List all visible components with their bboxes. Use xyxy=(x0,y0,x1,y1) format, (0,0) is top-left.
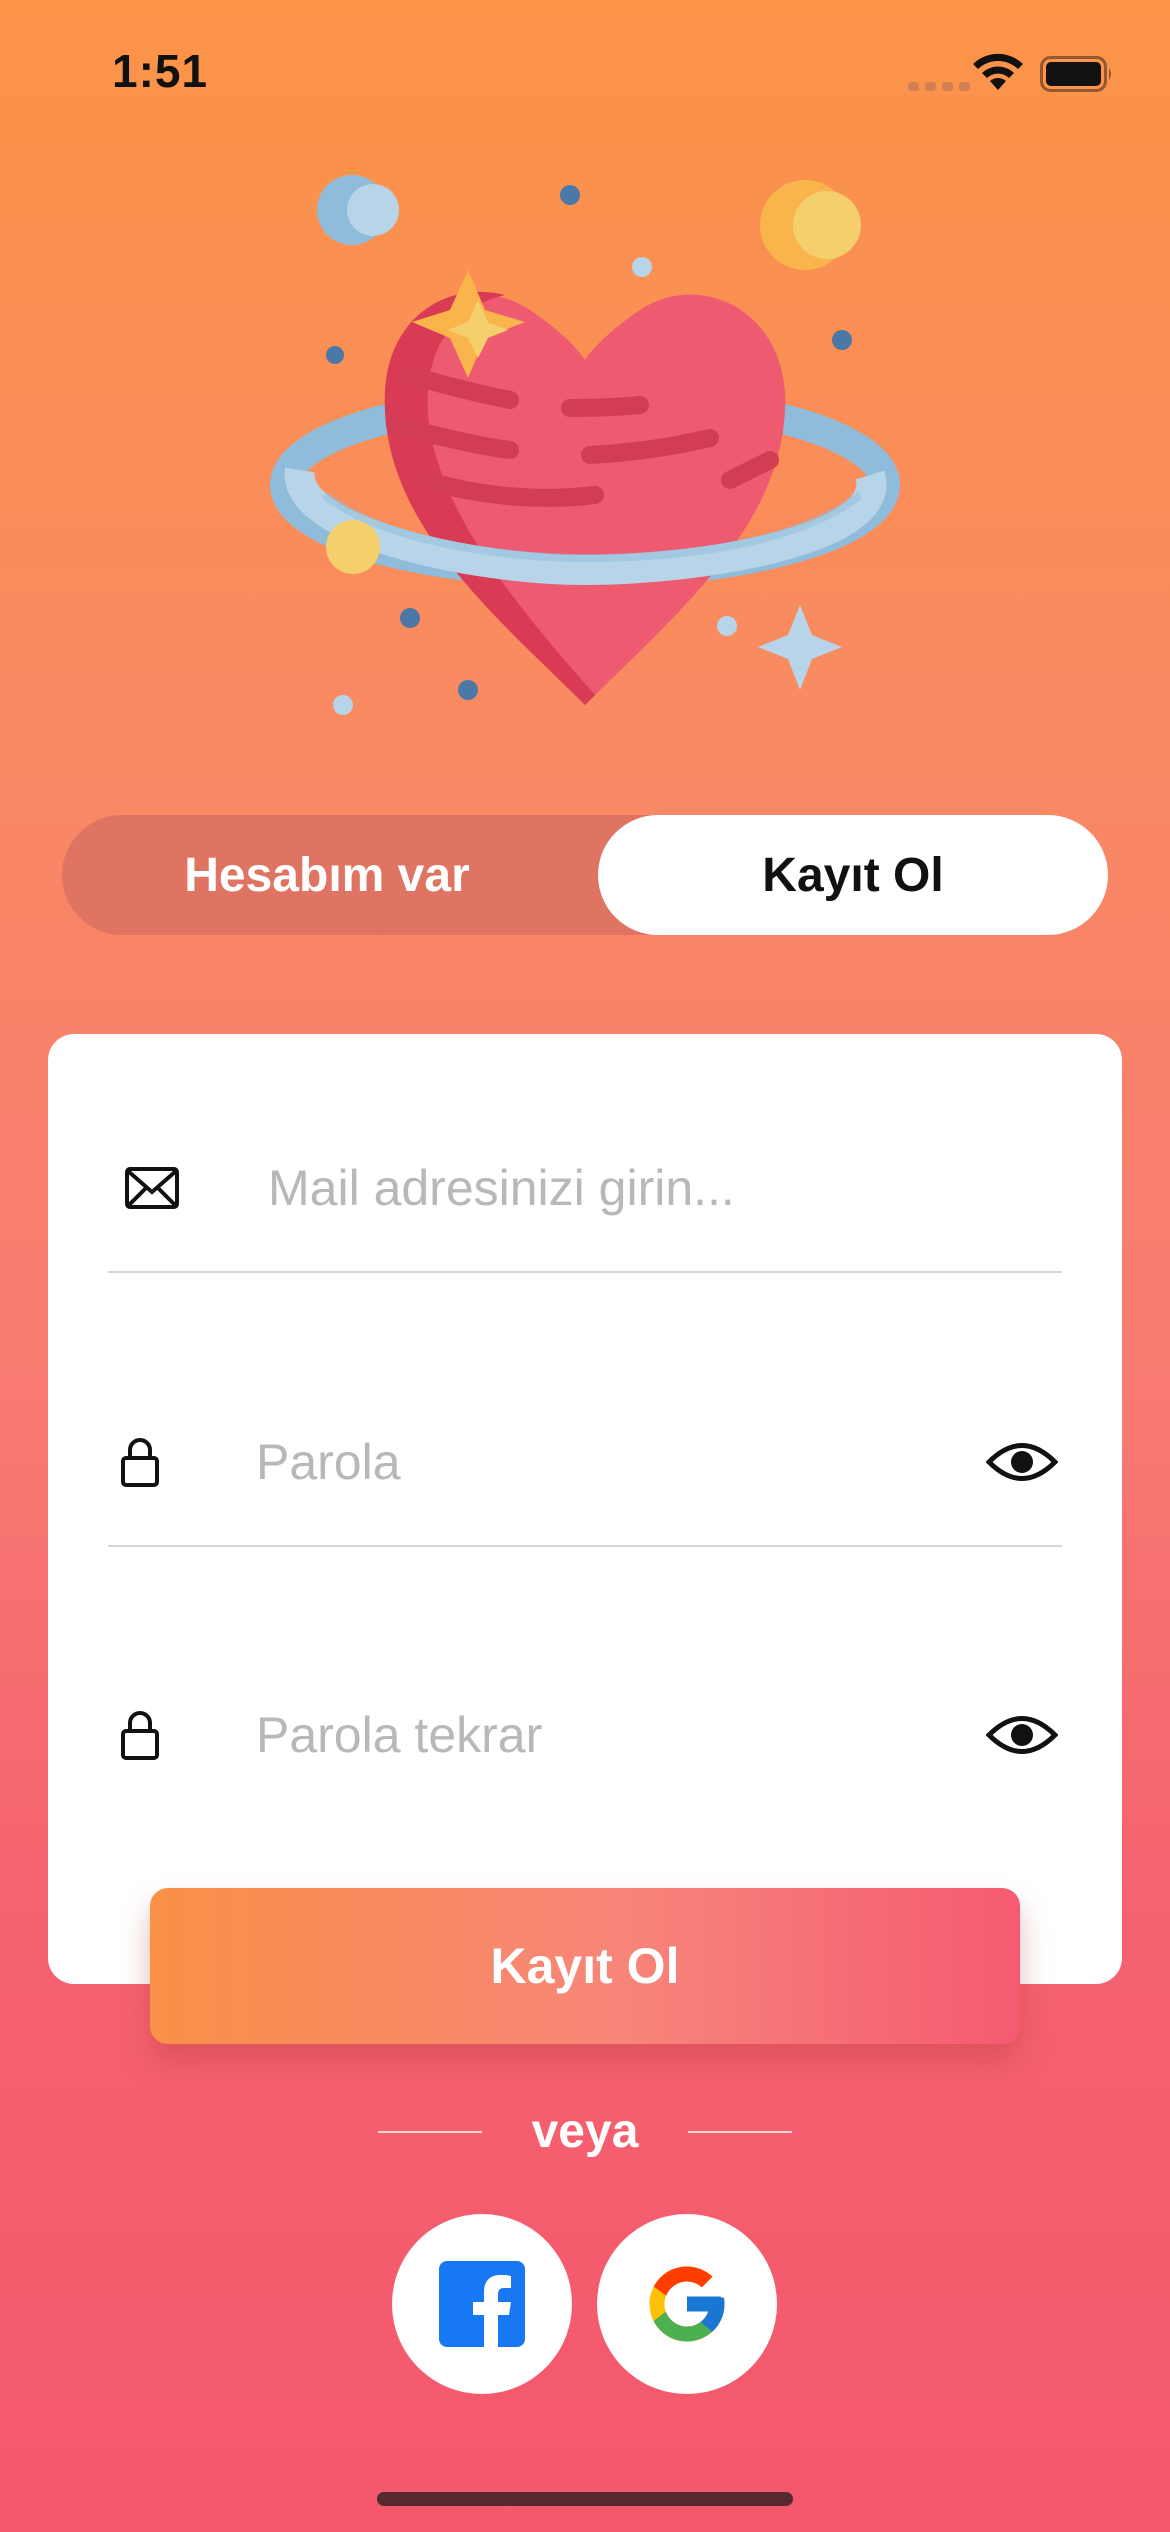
or-divider: veya xyxy=(378,2100,792,2164)
wifi-icon xyxy=(973,53,1023,90)
email-field[interactable]: Mail adresinizi girin... xyxy=(108,1103,1062,1273)
field-divider xyxy=(108,1545,1062,1547)
eye-icon[interactable] xyxy=(986,1712,1058,1758)
register-submit-button[interactable]: Kayıt Ol xyxy=(150,1888,1020,2044)
password-field[interactable]: Parola xyxy=(108,1377,1062,1547)
auth-mode-toggle: Hesabım var Kayıt Ol xyxy=(62,815,1108,935)
cellular-signal-icon xyxy=(908,82,970,91)
google-login-button[interactable] xyxy=(597,2214,777,2394)
email-input[interactable]: Mail adresinizi girin... xyxy=(268,1159,735,1217)
lock-icon xyxy=(121,1438,159,1487)
status-bar: 1:51 xyxy=(0,0,1170,150)
tab-login[interactable]: Hesabım var xyxy=(62,815,592,935)
heart-planet-illustration xyxy=(270,175,900,715)
field-divider xyxy=(108,1271,1062,1273)
battery-icon xyxy=(1040,56,1111,92)
facebook-login-button[interactable] xyxy=(392,2214,572,2394)
password-input[interactable]: Parola xyxy=(256,1433,401,1491)
status-time: 1:51 xyxy=(112,45,209,97)
divider-line xyxy=(688,2131,792,2133)
lock-icon xyxy=(121,1711,159,1760)
register-form-card: Mail adresinizi girin... Parola Parola t… xyxy=(48,1034,1122,1984)
password-repeat-field[interactable]: Parola tekrar xyxy=(108,1650,1062,1820)
password-repeat-input[interactable]: Parola tekrar xyxy=(256,1706,542,1764)
tab-register[interactable]: Kayıt Ol xyxy=(598,815,1108,935)
eye-icon[interactable] xyxy=(986,1439,1058,1485)
home-indicator[interactable] xyxy=(377,2492,793,2506)
facebook-icon xyxy=(439,2261,525,2347)
google-icon xyxy=(649,2266,725,2342)
mail-icon xyxy=(125,1167,179,1209)
